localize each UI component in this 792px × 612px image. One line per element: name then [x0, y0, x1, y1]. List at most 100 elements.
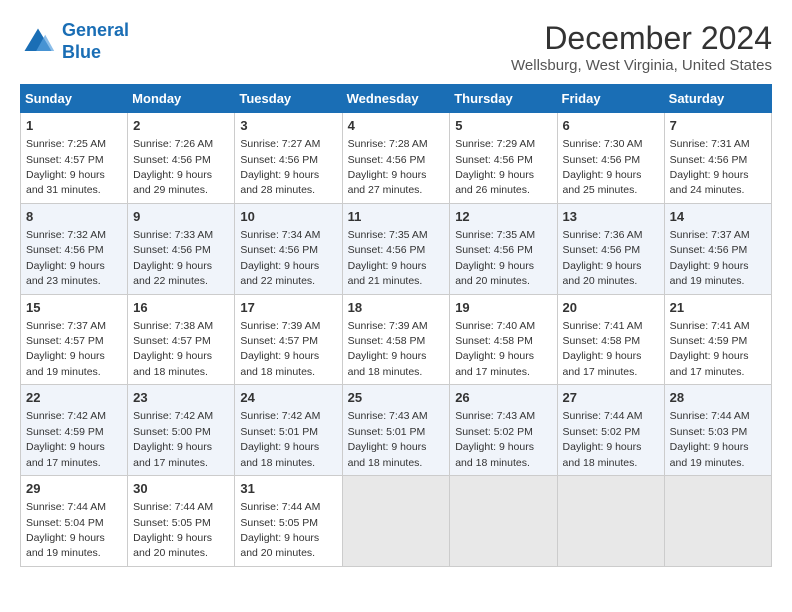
- cell-info: Sunrise: 7:34 AMSunset: 4:56 PMDaylight:…: [240, 229, 320, 287]
- calendar-cell: [450, 476, 557, 567]
- calendar-cell: 28 Sunrise: 7:44 AMSunset: 5:03 PMDayligh…: [664, 385, 771, 476]
- logo-icon: [20, 24, 56, 60]
- calendar-cell: 30 Sunrise: 7:44 AMSunset: 5:05 PMDayligh…: [128, 476, 235, 567]
- day-header-wednesday: Wednesday: [342, 85, 450, 113]
- day-number: 8: [26, 208, 122, 226]
- cell-info: Sunrise: 7:41 AMSunset: 4:59 PMDaylight:…: [670, 320, 750, 378]
- day-header-friday: Friday: [557, 85, 664, 113]
- cell-info: Sunrise: 7:36 AMSunset: 4:56 PMDaylight:…: [563, 229, 643, 287]
- calendar-cell: 11 Sunrise: 7:35 AMSunset: 4:56 PMDayligh…: [342, 203, 450, 294]
- calendar-cell: 17 Sunrise: 7:39 AMSunset: 4:57 PMDayligh…: [235, 294, 342, 385]
- calendar-week-row: 1 Sunrise: 7:25 AMSunset: 4:57 PMDaylight…: [21, 113, 772, 204]
- cell-info: Sunrise: 7:42 AMSunset: 5:00 PMDaylight:…: [133, 410, 213, 468]
- calendar-cell: 23Sunrise: 7:42 AMSunset: 5:00 PMDayligh…: [128, 385, 235, 476]
- calendar-cell: 18Sunrise: 7:39 AMSunset: 4:58 PMDayligh…: [342, 294, 450, 385]
- day-number: 11: [348, 208, 445, 226]
- calendar-cell: 6 Sunrise: 7:30 AMSunset: 4:56 PMDaylight…: [557, 113, 664, 204]
- cell-info: Sunrise: 7:43 AMSunset: 5:02 PMDaylight:…: [455, 410, 535, 468]
- day-header-thursday: Thursday: [450, 85, 557, 113]
- cell-info: Sunrise: 7:33 AMSunset: 4:56 PMDaylight:…: [133, 229, 213, 287]
- cell-info: Sunrise: 7:44 AMSunset: 5:05 PMDaylight:…: [240, 501, 320, 559]
- calendar-cell: 2 Sunrise: 7:26 AMSunset: 4:56 PMDaylight…: [128, 113, 235, 204]
- cell-info: Sunrise: 7:25 AMSunset: 4:57 PMDaylight:…: [26, 138, 106, 196]
- cell-info: Sunrise: 7:30 AMSunset: 4:56 PMDaylight:…: [563, 138, 643, 196]
- month-title: December 2024: [511, 20, 772, 57]
- calendar-cell: 1 Sunrise: 7:25 AMSunset: 4:57 PMDaylight…: [21, 113, 128, 204]
- cell-info: Sunrise: 7:39 AMSunset: 4:57 PMDaylight:…: [240, 320, 320, 378]
- calendar-cell: 15 Sunrise: 7:37 AMSunset: 4:57 PMDayligh…: [21, 294, 128, 385]
- day-header-saturday: Saturday: [664, 85, 771, 113]
- calendar-cell: 7Sunrise: 7:31 AMSunset: 4:56 PMDaylight…: [664, 113, 771, 204]
- calendar-cell: 12Sunrise: 7:35 AMSunset: 4:56 PMDayligh…: [450, 203, 557, 294]
- day-number: 15: [26, 299, 122, 317]
- cell-info: Sunrise: 7:44 AMSunset: 5:02 PMDaylight:…: [563, 410, 643, 468]
- calendar-cell: 10 Sunrise: 7:34 AMSunset: 4:56 PMDayligh…: [235, 203, 342, 294]
- day-header-sunday: Sunday: [21, 85, 128, 113]
- day-number: 25: [348, 389, 445, 407]
- day-number: 10: [240, 208, 336, 226]
- day-number: 21: [670, 299, 766, 317]
- calendar-cell: 31 Sunrise: 7:44 AMSunset: 5:05 PMDayligh…: [235, 476, 342, 567]
- calendar-cell: 3 Sunrise: 7:27 AMSunset: 4:56 PMDaylight…: [235, 113, 342, 204]
- logo-text: General Blue: [62, 20, 129, 63]
- cell-info: Sunrise: 7:37 AMSunset: 4:56 PMDaylight:…: [670, 229, 750, 287]
- day-number: 7: [670, 117, 766, 135]
- cell-info: Sunrise: 7:32 AMSunset: 4:56 PMDaylight:…: [26, 229, 106, 287]
- day-number: 26: [455, 389, 551, 407]
- day-number: 14: [670, 208, 766, 226]
- day-number: 30: [133, 480, 229, 498]
- day-number: 12: [455, 208, 551, 226]
- calendar-cell: 8 Sunrise: 7:32 AMSunset: 4:56 PMDaylight…: [21, 203, 128, 294]
- day-number: 17: [240, 299, 336, 317]
- cell-info: Sunrise: 7:38 AMSunset: 4:57 PMDaylight:…: [133, 320, 213, 378]
- day-number: 24: [240, 389, 336, 407]
- cell-info: Sunrise: 7:26 AMSunset: 4:56 PMDaylight:…: [133, 138, 213, 196]
- day-number: 16: [133, 299, 229, 317]
- day-number: 6: [563, 117, 659, 135]
- logo-general: General: [62, 20, 129, 40]
- header: General Blue December 2024 Wellsburg, We…: [20, 20, 772, 74]
- calendar-week-row: 8 Sunrise: 7:32 AMSunset: 4:56 PMDaylight…: [21, 203, 772, 294]
- cell-info: Sunrise: 7:42 AMSunset: 4:59 PMDaylight:…: [26, 410, 106, 468]
- day-number: 3: [240, 117, 336, 135]
- calendar-cell: [664, 476, 771, 567]
- calendar-week-row: 29Sunrise: 7:44 AMSunset: 5:04 PMDayligh…: [21, 476, 772, 567]
- day-number: 1: [26, 117, 122, 135]
- logo-blue: Blue: [62, 42, 101, 62]
- cell-info: Sunrise: 7:35 AMSunset: 4:56 PMDaylight:…: [348, 229, 428, 287]
- calendar-cell: 21 Sunrise: 7:41 AMSunset: 4:59 PMDayligh…: [664, 294, 771, 385]
- cell-info: Sunrise: 7:27 AMSunset: 4:56 PMDaylight:…: [240, 138, 320, 196]
- cell-info: Sunrise: 7:44 AMSunset: 5:03 PMDaylight:…: [670, 410, 750, 468]
- cell-info: Sunrise: 7:44 AMSunset: 5:05 PMDaylight:…: [133, 501, 213, 559]
- calendar-cell: 4Sunrise: 7:28 AMSunset: 4:56 PMDaylight…: [342, 113, 450, 204]
- cell-info: Sunrise: 7:29 AMSunset: 4:56 PMDaylight:…: [455, 138, 535, 196]
- day-number: 19: [455, 299, 551, 317]
- day-number: 2: [133, 117, 229, 135]
- day-number: 18: [348, 299, 445, 317]
- calendar-cell: 16 Sunrise: 7:38 AMSunset: 4:57 PMDayligh…: [128, 294, 235, 385]
- day-header-tuesday: Tuesday: [235, 85, 342, 113]
- day-number: 31: [240, 480, 336, 498]
- calendar-cell: 14 Sunrise: 7:37 AMSunset: 4:56 PMDayligh…: [664, 203, 771, 294]
- day-number: 28: [670, 389, 766, 407]
- cell-info: Sunrise: 7:37 AMSunset: 4:57 PMDaylight:…: [26, 320, 106, 378]
- logo: General Blue: [20, 20, 129, 63]
- day-number: 4: [348, 117, 445, 135]
- cell-info: Sunrise: 7:44 AMSunset: 5:04 PMDaylight:…: [26, 501, 106, 559]
- calendar-cell: 5 Sunrise: 7:29 AMSunset: 4:56 PMDaylight…: [450, 113, 557, 204]
- days-header-row: SundayMondayTuesdayWednesdayThursdayFrid…: [21, 85, 772, 113]
- calendar-week-row: 22Sunrise: 7:42 AMSunset: 4:59 PMDayligh…: [21, 385, 772, 476]
- day-number: 5: [455, 117, 551, 135]
- calendar-cell: 20Sunrise: 7:41 AMSunset: 4:58 PMDayligh…: [557, 294, 664, 385]
- calendar-cell: 25 Sunrise: 7:43 AMSunset: 5:01 PMDayligh…: [342, 385, 450, 476]
- calendar-table: SundayMondayTuesdayWednesdayThursdayFrid…: [20, 84, 772, 567]
- calendar-cell: 29Sunrise: 7:44 AMSunset: 5:04 PMDayligh…: [21, 476, 128, 567]
- calendar-cell: 13Sunrise: 7:36 AMSunset: 4:56 PMDayligh…: [557, 203, 664, 294]
- calendar-cell: 27Sunrise: 7:44 AMSunset: 5:02 PMDayligh…: [557, 385, 664, 476]
- cell-info: Sunrise: 7:42 AMSunset: 5:01 PMDaylight:…: [240, 410, 320, 468]
- calendar-week-row: 15 Sunrise: 7:37 AMSunset: 4:57 PMDayligh…: [21, 294, 772, 385]
- calendar-cell: 22Sunrise: 7:42 AMSunset: 4:59 PMDayligh…: [21, 385, 128, 476]
- cell-info: Sunrise: 7:43 AMSunset: 5:01 PMDaylight:…: [348, 410, 428, 468]
- day-number: 9: [133, 208, 229, 226]
- calendar-cell: 9 Sunrise: 7:33 AMSunset: 4:56 PMDaylight…: [128, 203, 235, 294]
